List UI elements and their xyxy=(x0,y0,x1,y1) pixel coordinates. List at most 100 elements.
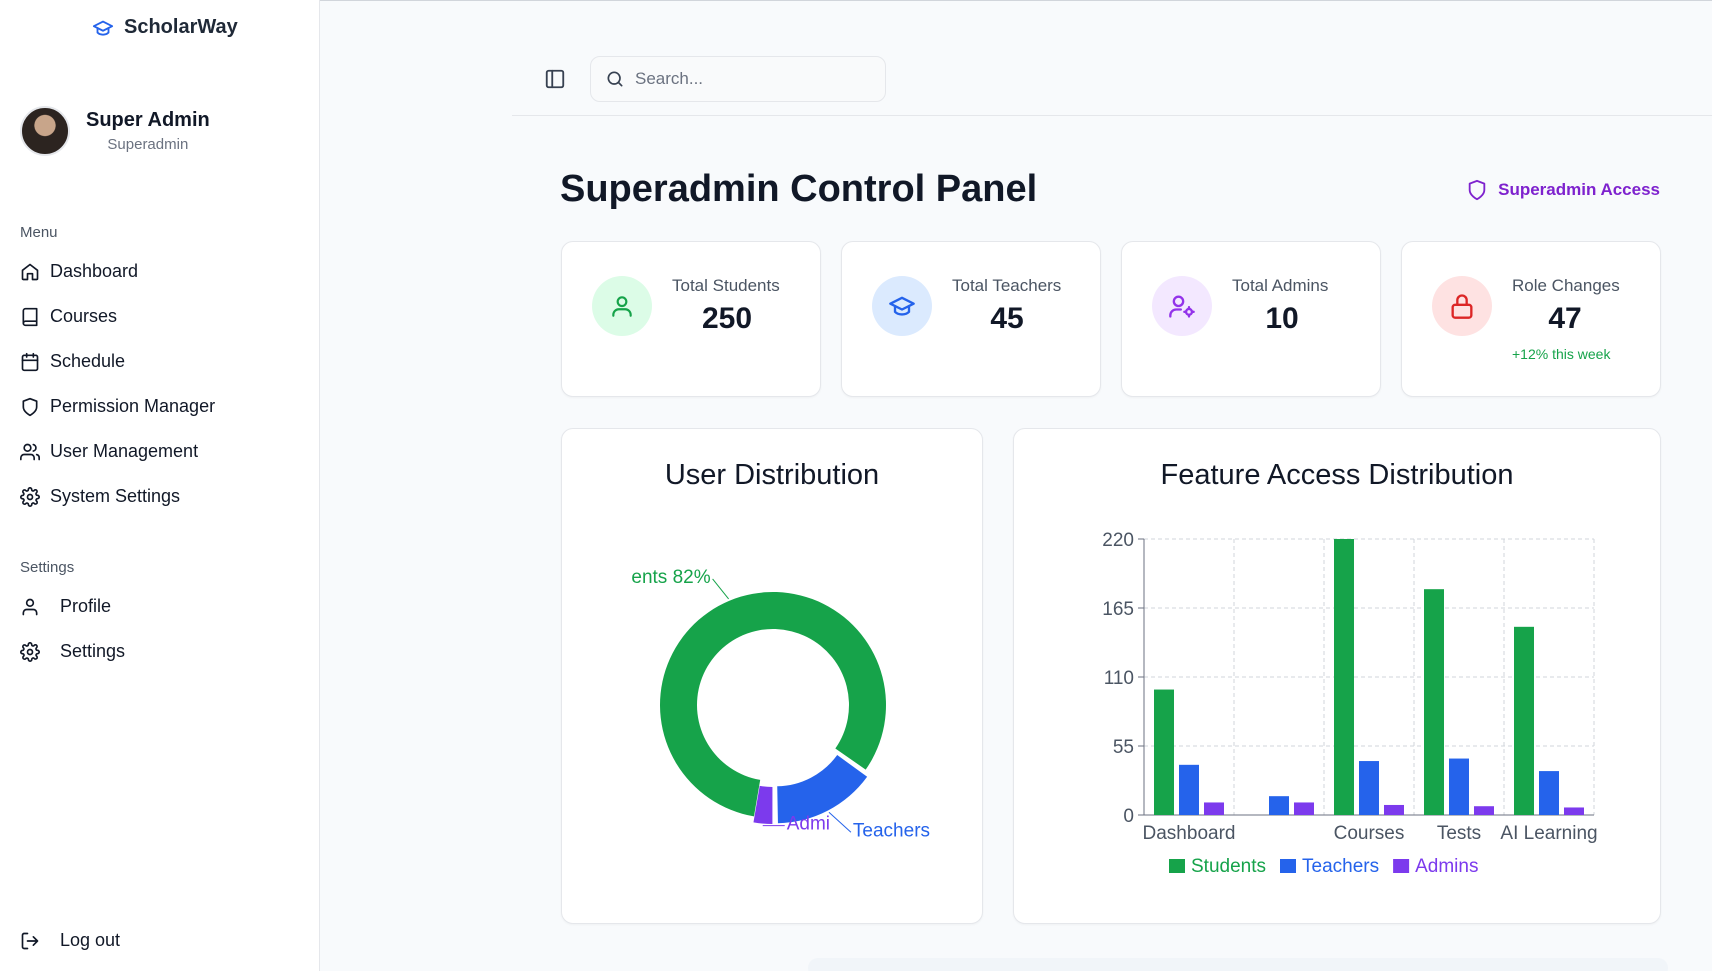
top-bar xyxy=(512,0,1712,116)
bar-admins xyxy=(1474,806,1494,815)
legend-swatch xyxy=(1169,859,1185,873)
bar-admins xyxy=(1384,804,1404,815)
pie-label: Admi xyxy=(787,814,830,835)
bar-teachers xyxy=(1449,758,1469,815)
user-profile[interactable]: Super Admin Superadmin xyxy=(20,106,210,156)
y-tick-label: 165 xyxy=(1102,599,1134,620)
user-name: Super Admin xyxy=(86,109,210,131)
page-title: Superadmin Control Panel xyxy=(560,168,1038,210)
bar-teachers xyxy=(1269,796,1289,815)
pie-label: ents 82% xyxy=(631,567,710,588)
pie-label: Teachers xyxy=(853,820,930,841)
bar-students xyxy=(1154,689,1174,815)
sidebar-item-user-management[interactable]: User Management xyxy=(20,441,198,462)
stat-value: 45 xyxy=(990,302,1024,335)
bar-teachers xyxy=(1539,771,1559,815)
lock-icon xyxy=(1451,294,1473,319)
bar-students xyxy=(1514,626,1534,815)
stat-icon-bg xyxy=(1432,276,1492,336)
sidebar-item-label: Permission Manager xyxy=(50,396,216,416)
menu-section-label: Menu xyxy=(20,224,58,241)
sidebar-item-label: User Management xyxy=(50,441,199,461)
user-cog-icon xyxy=(1169,295,1195,318)
pie-leader-line xyxy=(712,578,730,600)
sidebar-item-dashboard[interactable]: Dashboard xyxy=(20,261,138,282)
gear-icon xyxy=(20,641,40,662)
bar-admins xyxy=(1204,802,1224,815)
user-role: Superadmin xyxy=(107,136,189,153)
user-distribution-card: User Distribution ents 82% Teachers Admi xyxy=(561,428,983,924)
stat-card-role-changes: Role Changes 47 +12% this week xyxy=(1401,241,1661,397)
user-distribution-chart: ents 82% Teachers Admi xyxy=(631,567,930,841)
x-tick-label: Courses xyxy=(1334,823,1405,844)
sidebar-toggle-icon[interactable] xyxy=(544,68,566,90)
stat-card-students: Total Students 250 xyxy=(561,241,821,397)
sidebar-item-permission-manager[interactable]: Permission Manager xyxy=(20,396,215,417)
calendar-icon xyxy=(21,352,39,371)
pie-leader-line xyxy=(828,811,852,833)
bar-students xyxy=(1424,589,1444,815)
home-icon xyxy=(21,263,39,280)
feature-access-card: Feature Access Distribution 0 55 110 165 220… xyxy=(1013,428,1661,924)
sidebar-item-label: Schedule xyxy=(50,351,126,371)
sidebar-item-label: Settings xyxy=(60,641,126,661)
bottom-scroll-strip xyxy=(808,958,1668,971)
y-tick-label: 0 xyxy=(1123,806,1134,827)
stat-label: Total Admins xyxy=(1232,276,1329,295)
stat-delta: +12% this week xyxy=(1512,346,1611,362)
shield-icon xyxy=(22,397,38,416)
bar-admins xyxy=(1294,802,1314,815)
sidebar-item-profile[interactable]: Profile xyxy=(20,596,111,617)
stat-icon-bg xyxy=(592,276,652,336)
y-tick-label: 110 xyxy=(1104,668,1134,689)
x-tick-label: Tests xyxy=(1437,823,1481,844)
logout-label: Log out xyxy=(60,930,121,950)
search-box[interactable] xyxy=(590,56,886,102)
logout-icon xyxy=(21,932,39,949)
stat-icon-bg xyxy=(872,276,932,336)
stat-icon-bg xyxy=(1152,276,1212,336)
feature-access-chart: 0 55 110 165 220 Dashboard Courses Tests AI Lear… xyxy=(1102,530,1597,877)
sidebar-item-label: Dashboard xyxy=(50,261,139,281)
x-tick-label: Dashboard xyxy=(1143,823,1236,844)
sidebar-item-label: System Settings xyxy=(50,486,181,506)
sidebar-item-courses[interactable]: Courses xyxy=(20,306,117,327)
stat-card-admins: Total Admins 10 xyxy=(1121,241,1381,397)
legend-label: Admins xyxy=(1415,856,1478,877)
x-tick-label: AI Learning xyxy=(1500,823,1597,844)
stat-value: 47 xyxy=(1548,302,1582,335)
logout-button[interactable]: Log out xyxy=(20,930,120,951)
legend-swatch xyxy=(1280,859,1296,873)
bar-teachers xyxy=(1359,761,1379,815)
stat-value: 10 xyxy=(1265,302,1299,335)
access-label: Superadmin Access xyxy=(1498,180,1660,199)
bar-admins xyxy=(1564,807,1584,815)
sidebar-item-label: Profile xyxy=(60,596,112,616)
user-icon xyxy=(22,598,38,615)
search-input[interactable] xyxy=(635,69,855,89)
sidebar-item-schedule[interactable]: Schedule xyxy=(20,351,125,372)
brand[interactable]: ScholarWay xyxy=(90,16,238,39)
settings-section-label: Settings xyxy=(20,559,75,576)
users-icon xyxy=(20,443,40,460)
graduation-cap-icon xyxy=(889,296,915,316)
gear-icon xyxy=(20,486,40,507)
sidebar-item-label: Courses xyxy=(50,306,118,326)
legend-label: Students xyxy=(1191,856,1266,877)
search-icon xyxy=(607,71,623,87)
graduation-cap-icon xyxy=(92,20,114,36)
book-icon xyxy=(22,307,38,326)
sidebar-item-settings[interactable]: Settings xyxy=(20,641,125,662)
sidebar-item-system-settings[interactable]: System Settings xyxy=(20,486,180,507)
superadmin-access-badge: Superadmin Access xyxy=(1466,178,1660,202)
user-icon xyxy=(612,296,632,317)
stat-label: Total Teachers xyxy=(952,276,1062,295)
stat-label: Total Students xyxy=(672,276,780,295)
legend-label: Teachers xyxy=(1302,856,1379,877)
shield-icon xyxy=(1468,179,1486,201)
chart-title: Feature Access Distribution xyxy=(1160,459,1514,491)
brand-name: ScholarWay xyxy=(124,16,238,38)
stat-label: Role Changes xyxy=(1512,276,1620,295)
avatar xyxy=(20,106,70,156)
stat-value: 250 xyxy=(701,302,753,335)
